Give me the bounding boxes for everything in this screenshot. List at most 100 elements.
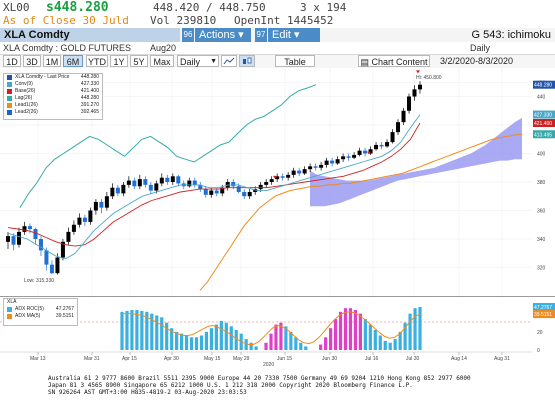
sub-tick-label: 20 [537, 330, 543, 336]
actions-menu-button[interactable]: Actions ▾ [195, 28, 251, 42]
line-chart-icon [223, 57, 235, 65]
candle-body [209, 190, 214, 195]
legend-label: Lag(26) [15, 95, 33, 101]
candle-body [352, 154, 357, 158]
adx-roc-bar [224, 322, 228, 350]
legend-row: Lead1(26) 391.270 [4, 102, 102, 109]
candle-body [335, 159, 340, 164]
legend-row: ADX MA(5) 39.5151 [4, 313, 77, 320]
period-button-1d[interactable]: 1D [3, 55, 21, 67]
candle-body [143, 179, 148, 185]
adx-roc-bar [199, 335, 204, 350]
line-chart-button[interactable] [221, 55, 237, 67]
candle-body [330, 160, 335, 164]
candle-body [38, 239, 43, 251]
candle-body [418, 84, 422, 90]
footer-session-info: SN 926264 AST GMT+3:00 H835-4819-2 03-Au… [48, 389, 247, 396]
high-annotation: Hi: 450.800 [416, 75, 442, 81]
candle-body [165, 177, 170, 182]
date-range[interactable]: 3/2/2020-8/3/2020 [440, 55, 513, 67]
adx-roc-bar [120, 311, 124, 350]
candle-body [82, 217, 87, 222]
adx-roc-bar [319, 344, 323, 350]
legend-value: 427.330 [80, 81, 99, 87]
adx-roc-bar [135, 310, 139, 350]
candle-body [33, 229, 38, 239]
x-tick-label: Jul 30 [406, 356, 420, 362]
candle-body [396, 122, 401, 133]
period-button-3d[interactable]: 3D [23, 55, 41, 67]
period-button-max[interactable]: Max [150, 55, 174, 67]
chart-content-button[interactable]: ▤ Chart Content [358, 55, 430, 67]
x-tick-label: Aug 31 [494, 356, 510, 362]
adx-roc-bar [184, 335, 189, 350]
x-tick-label: Jun 30 [322, 356, 337, 362]
adx-roc-bar [304, 346, 308, 350]
edit-menu-button[interactable]: Edit ▾ [268, 28, 320, 42]
period-toolbar: 1D 3D 1M 6M YTD 1Y 5Y Max Daily ▼ Table … [0, 55, 555, 68]
security-subtitle: XLA Comdty : GOLD FUTURES Aug20 Daily [0, 42, 555, 55]
adx-roc-bar [348, 308, 353, 350]
adx-roc-bar [229, 326, 233, 350]
low-annotation: Low: 315.330 [24, 278, 54, 284]
adx-roc-bar [329, 328, 333, 350]
x-tick-label: May 29 [233, 356, 250, 362]
legend-swatch [7, 314, 12, 319]
candle-body [99, 201, 104, 208]
sub-legend[interactable]: XLA ADX ROC(5) 47.2767 ADX MA(5) 39.5151 [3, 298, 78, 326]
candle-body [121, 184, 126, 194]
candle-body [154, 183, 159, 191]
frequency-value: Daily [180, 57, 201, 67]
adx-roc-bar [333, 319, 338, 350]
candle-body [280, 176, 285, 178]
x-axis-ticks: Mar 13 Mar 31 Apr 15 Apr 30 May 15 May 29 Jun … [30, 352, 510, 362]
main-legend[interactable]: XLA Comdty - Last Price 448.280 Conv(9) 427… [3, 73, 103, 120]
legend-label: Lead2(26) [15, 109, 38, 115]
candle-body [11, 236, 16, 245]
candle-body [291, 170, 296, 175]
legend-label: XLA Comdty - Last Price [15, 74, 70, 80]
adx-roc-bar [189, 337, 194, 350]
x-tick-label: Mar 13 [30, 356, 46, 362]
adx-roc-bar [204, 331, 209, 350]
candle-body [148, 184, 153, 191]
period-button-6m[interactable]: 6M [63, 55, 83, 67]
adx-roc-bar [383, 340, 387, 350]
candle-body [55, 257, 60, 274]
candle-body [242, 191, 247, 197]
legend-value: 39.5151 [55, 313, 74, 319]
adx-roc-bar [274, 324, 278, 350]
periodicity-label: Daily [470, 43, 491, 53]
legend-swatch [7, 75, 12, 80]
period-button-1y[interactable]: 1Y [110, 55, 128, 67]
price-value-label: 413.495 [534, 132, 552, 138]
quote-size: 3 x 194 [300, 1, 347, 14]
candle-body [159, 177, 164, 184]
adx-roc-bar [125, 310, 129, 350]
chart-content-icon: ▤ [360, 57, 372, 67]
x-tick-label: Jul 16 [365, 356, 379, 362]
frequency-dropdown[interactable]: Daily ▼ [177, 55, 219, 67]
candle-body [258, 184, 263, 190]
ticker-field[interactable]: XLA Comdty [0, 28, 180, 42]
table-button[interactable]: Table [275, 55, 315, 67]
adx-roc-bar [388, 342, 392, 350]
candle-body [319, 164, 324, 168]
period-button-5y[interactable]: 5Y [130, 55, 148, 67]
candle-body [264, 182, 269, 185]
x-tick-label: Jun 15 [277, 356, 292, 362]
candlestick-button[interactable] [239, 55, 255, 67]
x-tick-label: Mar 31 [84, 356, 100, 362]
period-button-ytd[interactable]: YTD [86, 55, 108, 67]
candle-body [66, 231, 71, 242]
period-button-1m[interactable]: 1M [43, 55, 61, 67]
x-tick-label: Apr 15 [122, 356, 137, 362]
candle-body [16, 231, 21, 245]
candle-body [286, 174, 291, 178]
adx-roc-bar [175, 331, 179, 350]
edit-number: 97 [255, 28, 267, 42]
candle-body [71, 224, 76, 232]
candle-body [385, 142, 390, 147]
legend-row: Conv(9) 427.330 [4, 81, 102, 88]
candle-body [390, 132, 395, 143]
